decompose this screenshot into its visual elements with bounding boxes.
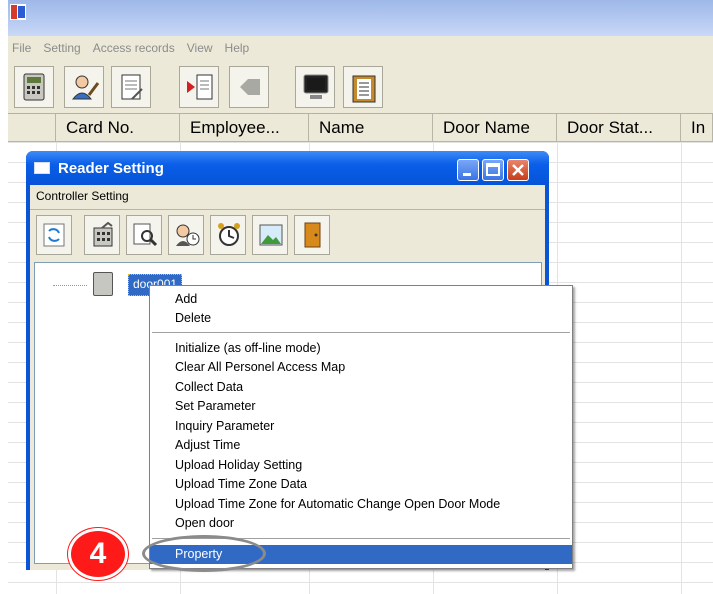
maximize-icon	[486, 163, 500, 176]
image-icon	[259, 224, 283, 246]
report-icon	[121, 74, 143, 100]
clipboard-button[interactable]	[343, 66, 383, 108]
card-button[interactable]	[229, 66, 269, 108]
menu-item-initialize[interactable]: Initialize (as off-line mode)	[150, 339, 572, 358]
controller-button[interactable]	[84, 215, 120, 255]
alarm-clock-icon	[218, 223, 240, 246]
close-icon	[512, 164, 524, 176]
door-icon	[304, 222, 321, 248]
menu-item-set-parameter[interactable]: Set Parameter	[150, 397, 572, 416]
controller-icon	[93, 222, 113, 247]
minimize-icon	[463, 173, 471, 176]
image-button[interactable]	[252, 215, 288, 255]
monitor-icon	[303, 74, 329, 99]
menu-item-upload-time-zone[interactable]: Upload Time Zone Data	[150, 475, 572, 494]
menu-setting[interactable]: Setting	[39, 36, 88, 55]
tree-connector	[53, 285, 87, 286]
column-header-card-no[interactable]: Card No.	[56, 114, 180, 142]
menu-file[interactable]: File	[8, 36, 39, 55]
user-edit-icon	[71, 75, 99, 100]
menu-bar: File Setting Access records View Help	[8, 36, 713, 60]
menu-item-inquiry-parameter[interactable]: Inquiry Parameter	[150, 417, 572, 436]
import-button[interactable]	[179, 66, 219, 108]
alarm-clock-button[interactable]	[210, 215, 246, 255]
app-icon	[10, 4, 26, 20]
report-button[interactable]	[111, 66, 151, 108]
menu-item-collect-data[interactable]: Collect Data	[150, 378, 572, 397]
menu-item-add[interactable]: Add	[150, 290, 572, 309]
step-badge: 4	[68, 528, 128, 580]
door-button[interactable]	[294, 215, 330, 255]
column-header-selector[interactable]	[8, 114, 56, 142]
card-icon	[240, 79, 260, 95]
refresh-icon	[43, 223, 65, 247]
window-icon	[34, 162, 50, 174]
close-button[interactable]	[507, 159, 529, 181]
search-icon	[133, 223, 158, 247]
minimize-button[interactable]	[457, 159, 479, 181]
controller-icon	[93, 272, 113, 296]
clipboard-icon	[352, 75, 376, 103]
main-titlebar[interactable]	[8, 0, 713, 36]
menu-item-upload-holiday[interactable]: Upload Holiday Setting	[150, 456, 572, 475]
menu-access-records[interactable]: Access records	[89, 36, 183, 55]
monitor-button[interactable]	[295, 66, 335, 108]
menu-item-adjust-time[interactable]: Adjust Time	[150, 436, 572, 455]
import-icon	[187, 74, 213, 100]
controller-setting-menu[interactable]: Controller Setting	[36, 189, 129, 203]
column-header-in[interactable]: In	[681, 114, 713, 142]
user-clock-button[interactable]	[168, 215, 204, 255]
main-toolbar	[8, 60, 713, 114]
menu-item-open-door[interactable]: Open door	[150, 514, 572, 533]
dialog-titlebar[interactable]: Reader Setting	[26, 151, 549, 185]
column-header-door-status[interactable]: Door Stat...	[557, 114, 681, 142]
column-header-name[interactable]: Name	[309, 114, 433, 142]
user-edit-button[interactable]	[64, 66, 104, 108]
menu-item-upload-time-zone-auto[interactable]: Upload Time Zone for Automatic Change Op…	[150, 495, 572, 514]
menu-help[interactable]: Help	[221, 36, 258, 55]
column-header-door-name[interactable]: Door Name	[433, 114, 557, 142]
context-menu: Add Delete Initialize (as off-line mode)…	[149, 285, 573, 569]
grid-divider	[681, 142, 682, 594]
refresh-button[interactable]	[36, 215, 72, 255]
controller-icon	[23, 73, 45, 101]
dialog-title: Reader Setting	[58, 160, 164, 177]
search-button[interactable]	[126, 215, 162, 255]
menu-item-delete[interactable]: Delete	[150, 309, 572, 328]
user-clock-icon	[176, 224, 200, 246]
column-header-employee[interactable]: Employee...	[180, 114, 309, 142]
controller-button[interactable]	[14, 66, 54, 108]
menu-divider	[30, 209, 545, 210]
menu-separator	[152, 332, 570, 333]
highlight-ring	[142, 535, 266, 572]
menu-item-clear-access-map[interactable]: Clear All Personel Access Map	[150, 358, 572, 377]
menu-view[interactable]: View	[183, 36, 221, 55]
maximize-button[interactable]	[482, 159, 504, 181]
